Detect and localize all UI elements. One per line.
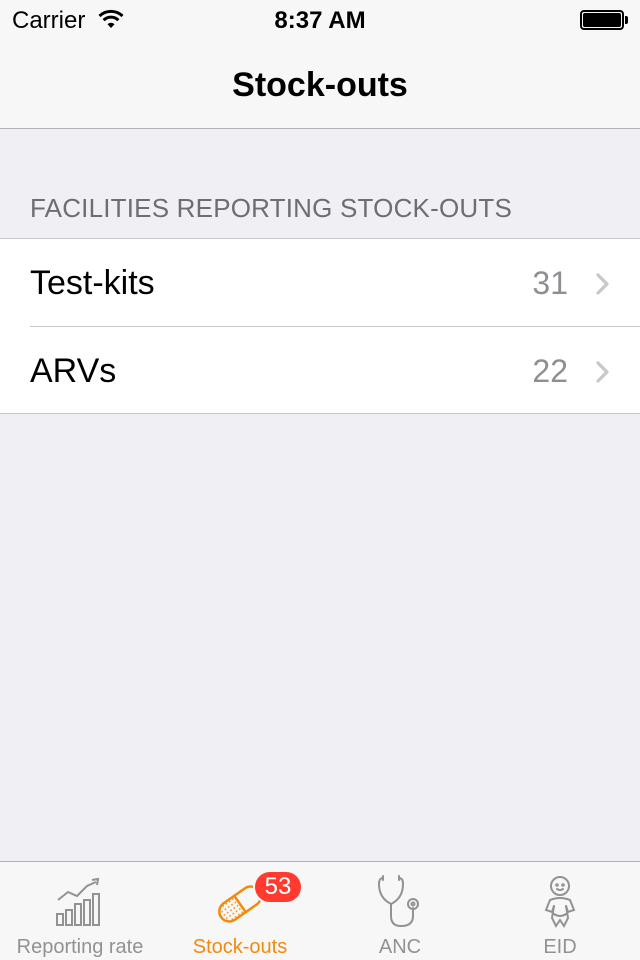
stock-outs-table: Test-kits 31 ARVs 22 [0,238,640,414]
stethoscope-icon [377,875,419,928]
tab-label: Reporting rate [16,936,144,958]
tab-label: ANC [378,936,422,958]
row-count: 22 [532,353,568,389]
table-row-test-kits[interactable]: Test-kits 31 [0,239,640,327]
notification-badge: 53 [253,870,303,904]
battery-icon [580,10,628,30]
navigation-bar: Stock-outs [0,40,640,129]
tab-anc[interactable]: ANC [320,862,480,960]
tab-label: Stock-outs [192,936,288,958]
status-time: 8:37 AM [274,7,366,34]
row-count: 31 [532,265,568,301]
table-row-arvs[interactable]: ARVs 22 [0,327,640,414]
tab-bar: Reporting rate 53 Stock-outs ANC EID [0,861,640,960]
chevron-right-icon [596,361,610,388]
tab-stock-outs[interactable]: 53 Stock-outs [160,862,320,960]
tab-eid[interactable]: EID [480,862,640,960]
baby-icon [544,876,576,928]
bar-chart-trend-icon [56,877,100,926]
page-title: Stock-outs [232,66,408,104]
tab-reporting-rate[interactable]: Reporting rate [0,862,160,960]
status-bar: Carrier 8:37 AM [0,0,640,40]
row-label: ARVs [30,352,117,390]
section-header: FACILITIES REPORTING STOCK-OUTS [30,193,512,223]
tab-label: EID [543,936,577,958]
chevron-right-icon [596,273,610,300]
row-label: Test-kits [30,264,155,302]
